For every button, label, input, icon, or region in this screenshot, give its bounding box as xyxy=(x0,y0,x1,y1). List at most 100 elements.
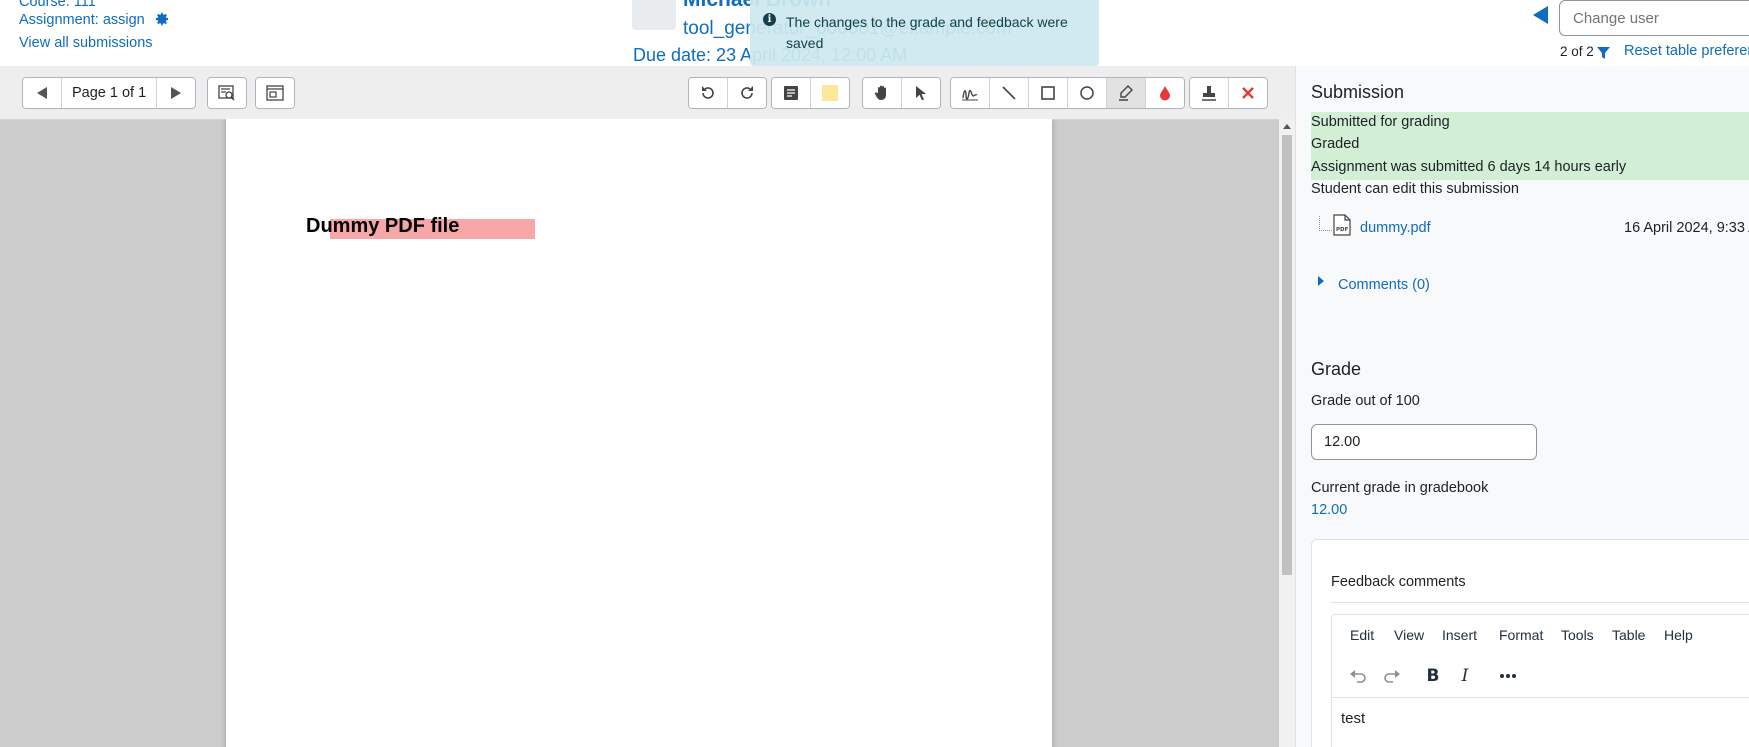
view-all-submissions-link[interactable]: View all submissions xyxy=(19,35,153,51)
menu-help[interactable]: Help xyxy=(1664,627,1693,643)
menu-edit[interactable]: Edit xyxy=(1350,627,1374,643)
expand-group xyxy=(255,77,295,109)
annotation-toolbar: Page 1 of 1 xyxy=(0,66,1295,120)
search-comments-group xyxy=(207,77,247,109)
reset-table-preferences-link[interactable]: Reset table preferences xyxy=(1624,43,1749,59)
cursor-icon xyxy=(916,86,926,101)
file-date: 16 April 2024, 9:33 AM xyxy=(1624,220,1749,236)
document-scrollbar[interactable] xyxy=(1279,119,1295,747)
comment-icon xyxy=(784,86,798,100)
pan-select-group xyxy=(862,77,941,109)
rotate-right-icon xyxy=(741,86,753,99)
line-icon xyxy=(1002,86,1016,100)
avatar xyxy=(632,0,676,30)
menu-format[interactable]: Format xyxy=(1499,627,1543,643)
menu-tools[interactable]: Tools xyxy=(1561,627,1594,643)
pen-icon xyxy=(962,89,978,101)
comment-tool-button[interactable] xyxy=(772,78,811,108)
svg-text:PDF: PDF xyxy=(1336,227,1349,233)
rotate-group xyxy=(688,77,767,109)
scroll-up-icon[interactable] xyxy=(1283,124,1291,129)
expand-icon xyxy=(266,85,284,101)
document-view[interactable]: Dummy PDF file xyxy=(0,119,1295,747)
rotate-left-button[interactable] xyxy=(689,78,728,108)
menu-insert[interactable]: Insert xyxy=(1442,627,1477,643)
previous-user-arrow-icon[interactable] xyxy=(1533,6,1548,24)
oval-icon xyxy=(1080,86,1094,100)
rotate-right-button[interactable] xyxy=(728,78,766,108)
status-timing: Assignment was submitted 6 days 14 hours… xyxy=(1311,159,1627,175)
highlighter-icon xyxy=(1119,85,1133,101)
gear-icon[interactable] xyxy=(155,12,169,30)
submission-heading: Submission xyxy=(1311,82,1405,102)
italic-icon[interactable]: I xyxy=(1452,663,1478,689)
annotation-colour-button[interactable] xyxy=(1146,78,1184,108)
highlight-tool-button[interactable] xyxy=(1107,78,1146,108)
assignment-link-wrap: Assignment: assign xyxy=(19,12,169,30)
editor-toolbar: B I xyxy=(1332,655,1749,698)
comment-colour-button[interactable] xyxy=(811,78,849,108)
change-user-input[interactable] xyxy=(1559,0,1749,36)
redo-icon xyxy=(1384,670,1400,683)
grade-heading: Grade xyxy=(1311,359,1362,379)
next-page-button[interactable] xyxy=(157,78,196,108)
close-icon xyxy=(1242,87,1254,99)
oval-tool-button[interactable] xyxy=(1068,78,1107,108)
pdf-annotator: Page 1 of 1 Dummy PDF file xyxy=(0,66,1295,747)
filter-icon[interactable] xyxy=(1597,46,1610,62)
page-selector[interactable]: Page 1 of 1 xyxy=(62,78,158,108)
grade-input[interactable] xyxy=(1311,424,1537,460)
scrollbar-thumb[interactable] xyxy=(1282,135,1292,575)
status-graded: Graded xyxy=(1311,136,1360,152)
menu-view[interactable]: View xyxy=(1394,627,1424,643)
stamp-delete-group xyxy=(1189,77,1268,109)
drawing-tools-group xyxy=(950,77,1185,109)
divider xyxy=(1331,602,1749,603)
file-link[interactable]: dummy.pdf xyxy=(1360,220,1431,236)
pdf-page[interactable]: Dummy PDF file xyxy=(226,119,1052,747)
user-count: 2 of 2 xyxy=(1560,44,1594,59)
course-link[interactable]: Course: 111 xyxy=(19,0,96,10)
search-comments-button[interactable] xyxy=(208,78,246,108)
delete-annotation-button[interactable] xyxy=(1229,78,1267,108)
caret-right-icon[interactable] xyxy=(1318,276,1324,286)
colour-swatch-icon xyxy=(822,85,838,101)
status-can-edit: Student can edit this submission xyxy=(1311,181,1519,197)
menu-table[interactable]: Table xyxy=(1612,627,1645,643)
comments-link[interactable]: Comments (0) xyxy=(1338,277,1430,293)
pen-tool-button[interactable] xyxy=(951,78,990,108)
info-icon: i xyxy=(763,13,776,26)
current-grade-link[interactable]: 12.00 xyxy=(1311,502,1347,518)
notification-text: The changes to the grade and feedback we… xyxy=(786,14,1068,51)
rotate-left-icon xyxy=(702,86,714,99)
grade-panel: Submission Submitted for grading Graded … xyxy=(1295,66,1749,747)
more-icon[interactable] xyxy=(1495,663,1521,689)
pdf-text: Dummy PDF file xyxy=(306,215,460,237)
expand-collapse-button[interactable] xyxy=(256,78,294,108)
redo-button[interactable] xyxy=(1379,663,1405,689)
current-grade-label: Current grade in gradebook xyxy=(1311,480,1489,496)
page-navigation: Page 1 of 1 xyxy=(22,77,197,109)
editor-menubar: Edit View Insert Format Tools Table Help xyxy=(1332,615,1749,655)
stamp-tool-button[interactable] xyxy=(1190,78,1229,108)
submitted-file: PDF dummy.pdf 16 April 2024, 9:33 AM xyxy=(1311,214,1749,244)
bold-icon[interactable]: B xyxy=(1420,663,1446,689)
previous-page-button[interactable] xyxy=(23,78,62,108)
editor-content[interactable]: test xyxy=(1341,710,1365,727)
select-tool-button[interactable] xyxy=(902,78,940,108)
rectangle-icon xyxy=(1041,86,1055,100)
undo-button[interactable] xyxy=(1345,663,1371,689)
rectangle-tool-button[interactable] xyxy=(1029,78,1068,108)
grade-label: Grade out of 100 xyxy=(1311,393,1420,409)
pan-tool-button[interactable] xyxy=(863,78,902,108)
status-submitted: Submitted for grading xyxy=(1311,114,1450,130)
comment-group xyxy=(771,77,850,109)
grader-header: Course: 111 Assignment: assign View all … xyxy=(0,0,1749,67)
feedback-comments-title: Feedback comments xyxy=(1331,574,1466,590)
assignment-link[interactable]: Assignment: assign xyxy=(19,12,145,28)
line-tool-button[interactable] xyxy=(990,78,1029,108)
tree-connector xyxy=(1319,216,1332,231)
search-comments-icon xyxy=(218,85,235,101)
feedback-editor: Edit View Insert Format Tools Table Help… xyxy=(1331,614,1749,747)
ink-drop-icon xyxy=(1160,86,1170,101)
